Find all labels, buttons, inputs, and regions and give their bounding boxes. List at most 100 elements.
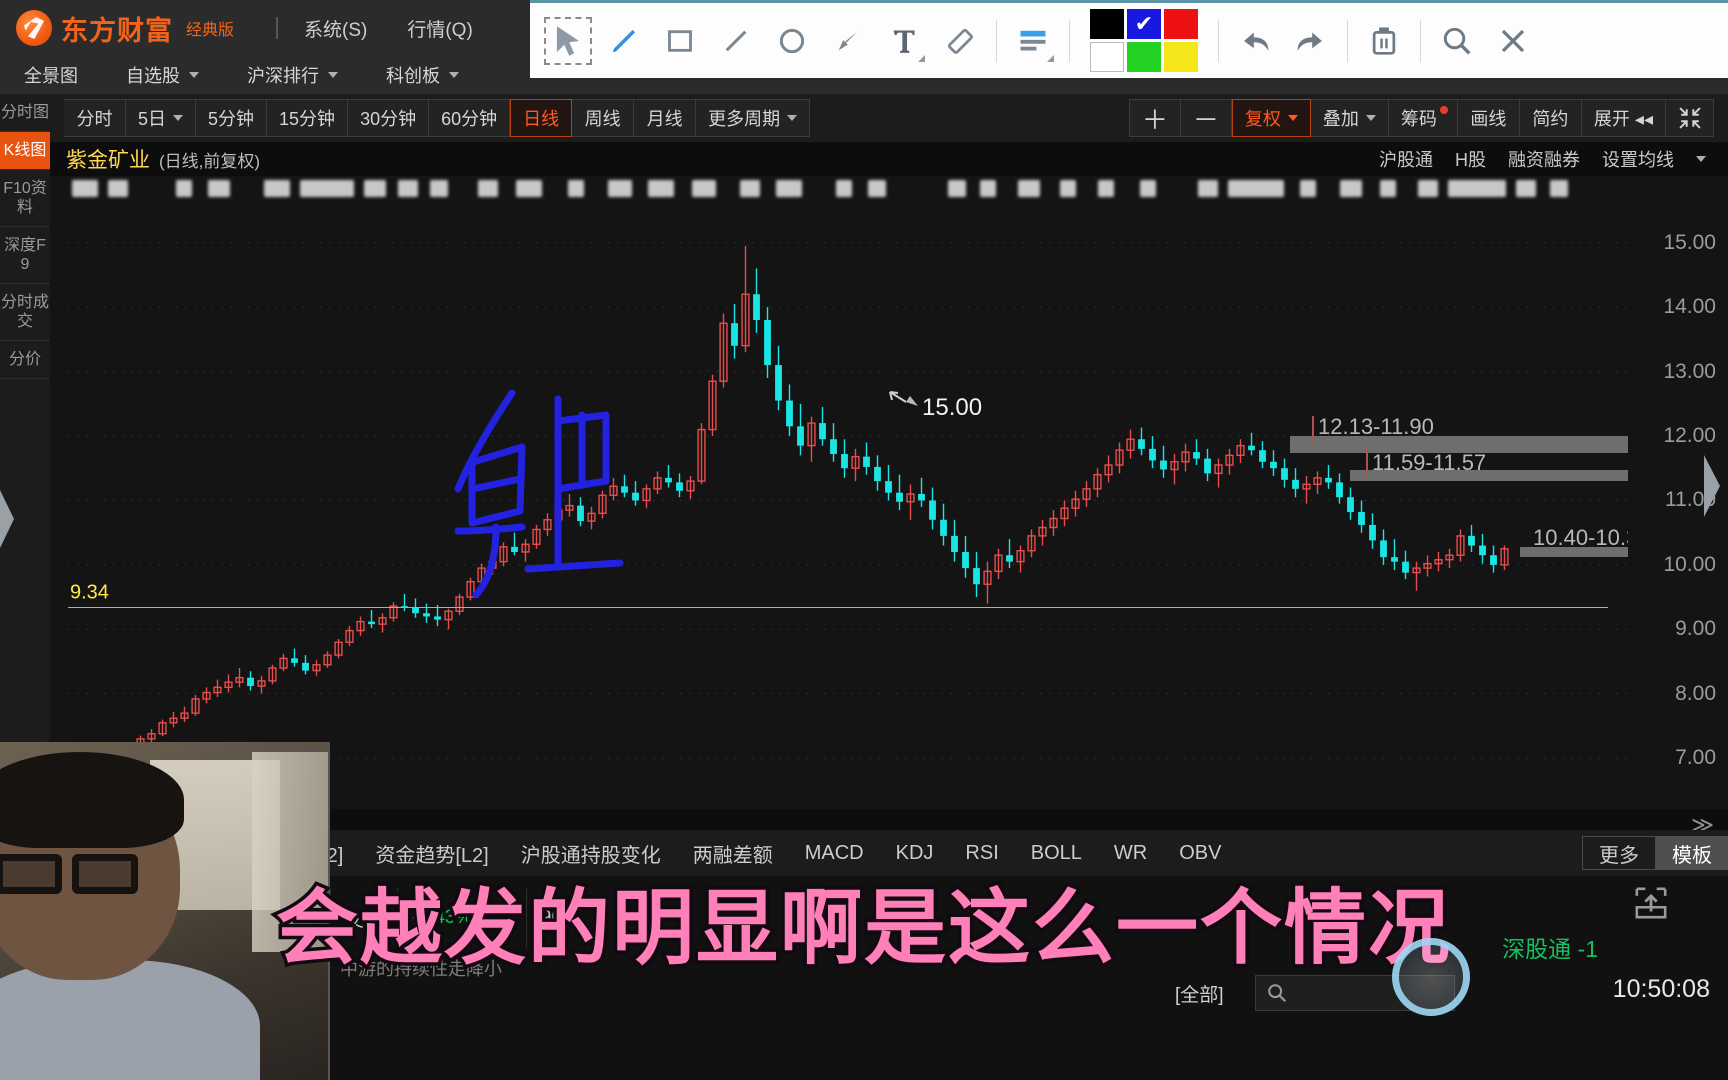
nav-item-panorama[interactable]: 全景图 xyxy=(24,62,78,88)
drawline-label: 画线 xyxy=(1470,109,1507,129)
sidebar-item-kline[interactable]: K线图 xyxy=(0,132,50,170)
indicator-tab[interactable]: RSI xyxy=(949,836,1014,870)
chart-plot-area[interactable] xyxy=(68,204,1628,784)
kline-chart[interactable]: 9.34 12.13-11.90 11.59-11.57 10.40-10.39… xyxy=(50,176,1728,973)
link-hk-connect[interactable]: 沪股通 xyxy=(1379,146,1433,172)
subtitle-overlay: 会越发的明显啊是这么一个情况 xyxy=(0,884,1728,973)
close-button[interactable] xyxy=(1485,13,1541,69)
gap-label-2: 11.59-11.57 xyxy=(1372,450,1487,476)
expand-button[interactable]: 展开 ◂◂ xyxy=(1581,99,1666,137)
period-5day[interactable]: 5日 xyxy=(126,99,197,137)
chevron-down-icon xyxy=(449,72,459,78)
sidebar-item-price-dist[interactable]: 分价 xyxy=(0,341,50,379)
period-60min[interactable]: 60分钟 xyxy=(429,99,511,137)
color-swatch-green[interactable] xyxy=(1127,42,1161,72)
indicator-tab[interactable]: BOLL xyxy=(1015,836,1098,870)
nav-item-star-market[interactable]: 科创板 xyxy=(386,62,459,88)
menu-quotes[interactable]: 行情(Q) xyxy=(407,15,472,42)
indicator-tab[interactable]: 模板 xyxy=(1656,836,1728,870)
censored-marker xyxy=(478,180,498,197)
rectangle-tool[interactable] xyxy=(652,13,708,69)
color-swatch-black[interactable] xyxy=(1090,9,1124,39)
color-swatch-blue[interactable]: ✔ xyxy=(1127,9,1161,39)
nav-item-watchlist[interactable]: 自选股 xyxy=(126,62,199,88)
period-15min[interactable]: 15分钟 xyxy=(267,99,349,137)
sidebar-item-timeshare[interactable]: 分时图 xyxy=(0,94,50,132)
indicator-tab[interactable]: MACD xyxy=(789,836,880,870)
period-daily[interactable]: 日线 xyxy=(510,99,573,137)
sidebar-item-tick-trades[interactable]: 分时成交 xyxy=(0,284,50,341)
eraser-tool[interactable] xyxy=(932,13,988,69)
indicator-tab[interactable]: WR xyxy=(1098,836,1163,870)
period-monthly[interactable]: 月线 xyxy=(634,99,697,137)
brand-logo[interactable]: 东方财富 经典版 xyxy=(0,9,234,48)
chevron-down-icon xyxy=(173,115,184,121)
censored-marker xyxy=(364,180,386,197)
nav-item-ranking[interactable]: 沪深排行 xyxy=(247,62,338,88)
sidebar-item-depth[interactable]: 深度F9 xyxy=(0,227,50,284)
menu-system[interactable]: 系统(S) xyxy=(304,15,367,42)
period-weekly[interactable]: 周线 xyxy=(572,99,635,137)
censored-marker xyxy=(398,180,418,197)
overlay-button[interactable]: 叠加 xyxy=(1310,99,1389,137)
ellipse-tool[interactable] xyxy=(764,13,820,69)
censored-marker xyxy=(948,180,966,197)
period-timeshare[interactable]: 分时 xyxy=(64,99,126,137)
indicator-tab[interactable]: 更多 xyxy=(1582,836,1656,870)
chips-button[interactable]: 筹码 xyxy=(1388,99,1458,137)
price-axis-tick: 7.00 xyxy=(1675,746,1716,770)
link-h-share[interactable]: H股 xyxy=(1455,146,1486,172)
drawline-button[interactable]: 画线 xyxy=(1457,99,1520,137)
arrow-tool[interactable] xyxy=(820,13,876,69)
zoom-button[interactable] xyxy=(1429,13,1485,69)
adjust-button[interactable]: 复权 xyxy=(1231,99,1311,137)
period-label: 5日 xyxy=(138,109,167,129)
censored-marker xyxy=(108,180,128,197)
period-5min[interactable]: 5分钟 xyxy=(196,99,268,137)
color-swatch-red[interactable] xyxy=(1164,9,1198,39)
link-margin-trading[interactable]: 融资融券 xyxy=(1508,146,1580,172)
price-axis-tick: 15.00 xyxy=(1663,230,1716,254)
censored-marker xyxy=(1300,180,1316,197)
censored-marker xyxy=(1228,180,1284,197)
period-more[interactable]: 更多周期 xyxy=(696,99,811,137)
linewidth-tool[interactable] xyxy=(1005,13,1061,69)
censored-marker xyxy=(980,180,996,197)
censored-marker xyxy=(300,180,354,197)
toolbar-divider xyxy=(1069,19,1070,62)
nav-label: 全景图 xyxy=(24,66,78,86)
undo-button[interactable] xyxy=(1227,13,1283,69)
redo-button[interactable] xyxy=(1283,13,1339,69)
cursor-tool[interactable] xyxy=(540,13,596,69)
price-axis-tick: 8.00 xyxy=(1675,681,1716,705)
period-label: 日线 xyxy=(523,109,560,129)
all-filter-button[interactable]: [全部] xyxy=(1175,975,1224,1011)
overlay-label: 叠加 xyxy=(1322,109,1359,129)
collapse-button[interactable] xyxy=(1666,99,1714,137)
color-swatch-white[interactable] xyxy=(1090,42,1124,72)
censored-marker xyxy=(72,180,98,197)
color-swatch-yellow[interactable] xyxy=(1164,42,1198,72)
period-label: 60分钟 xyxy=(441,109,498,129)
text-tool[interactable] xyxy=(876,13,932,69)
delete-button[interactable] xyxy=(1356,13,1412,69)
pencil-tool[interactable] xyxy=(596,13,652,69)
indicator-tab[interactable]: 资金趋势[L2] xyxy=(359,836,504,870)
censored-marker xyxy=(208,180,230,197)
indicator-tab[interactable]: 沪股通持股变化 xyxy=(505,836,677,870)
simple-button[interactable]: 简约 xyxy=(1519,99,1582,137)
indicator-tab[interactable]: OBV xyxy=(1163,836,1237,870)
period-30min[interactable]: 30分钟 xyxy=(348,99,430,137)
censored-marker xyxy=(264,180,290,197)
indicator-tab[interactable]: 两融差额 xyxy=(677,836,789,870)
link-set-ma[interactable]: 设置均线 xyxy=(1602,146,1674,172)
toolbar-divider xyxy=(1218,19,1219,62)
color-palette: ✔ xyxy=(1090,9,1198,72)
peak-callout-label: 15.00 xyxy=(922,394,983,421)
indicator-tab[interactable]: KDJ xyxy=(880,836,950,870)
sidebar-item-f10[interactable]: F10资料 xyxy=(0,170,50,227)
zoom-in-button[interactable]: ＋ xyxy=(1128,99,1181,137)
zoom-out-button[interactable]: － xyxy=(1180,99,1232,137)
toolbar-divider xyxy=(1347,19,1348,62)
line-tool[interactable] xyxy=(708,13,764,69)
